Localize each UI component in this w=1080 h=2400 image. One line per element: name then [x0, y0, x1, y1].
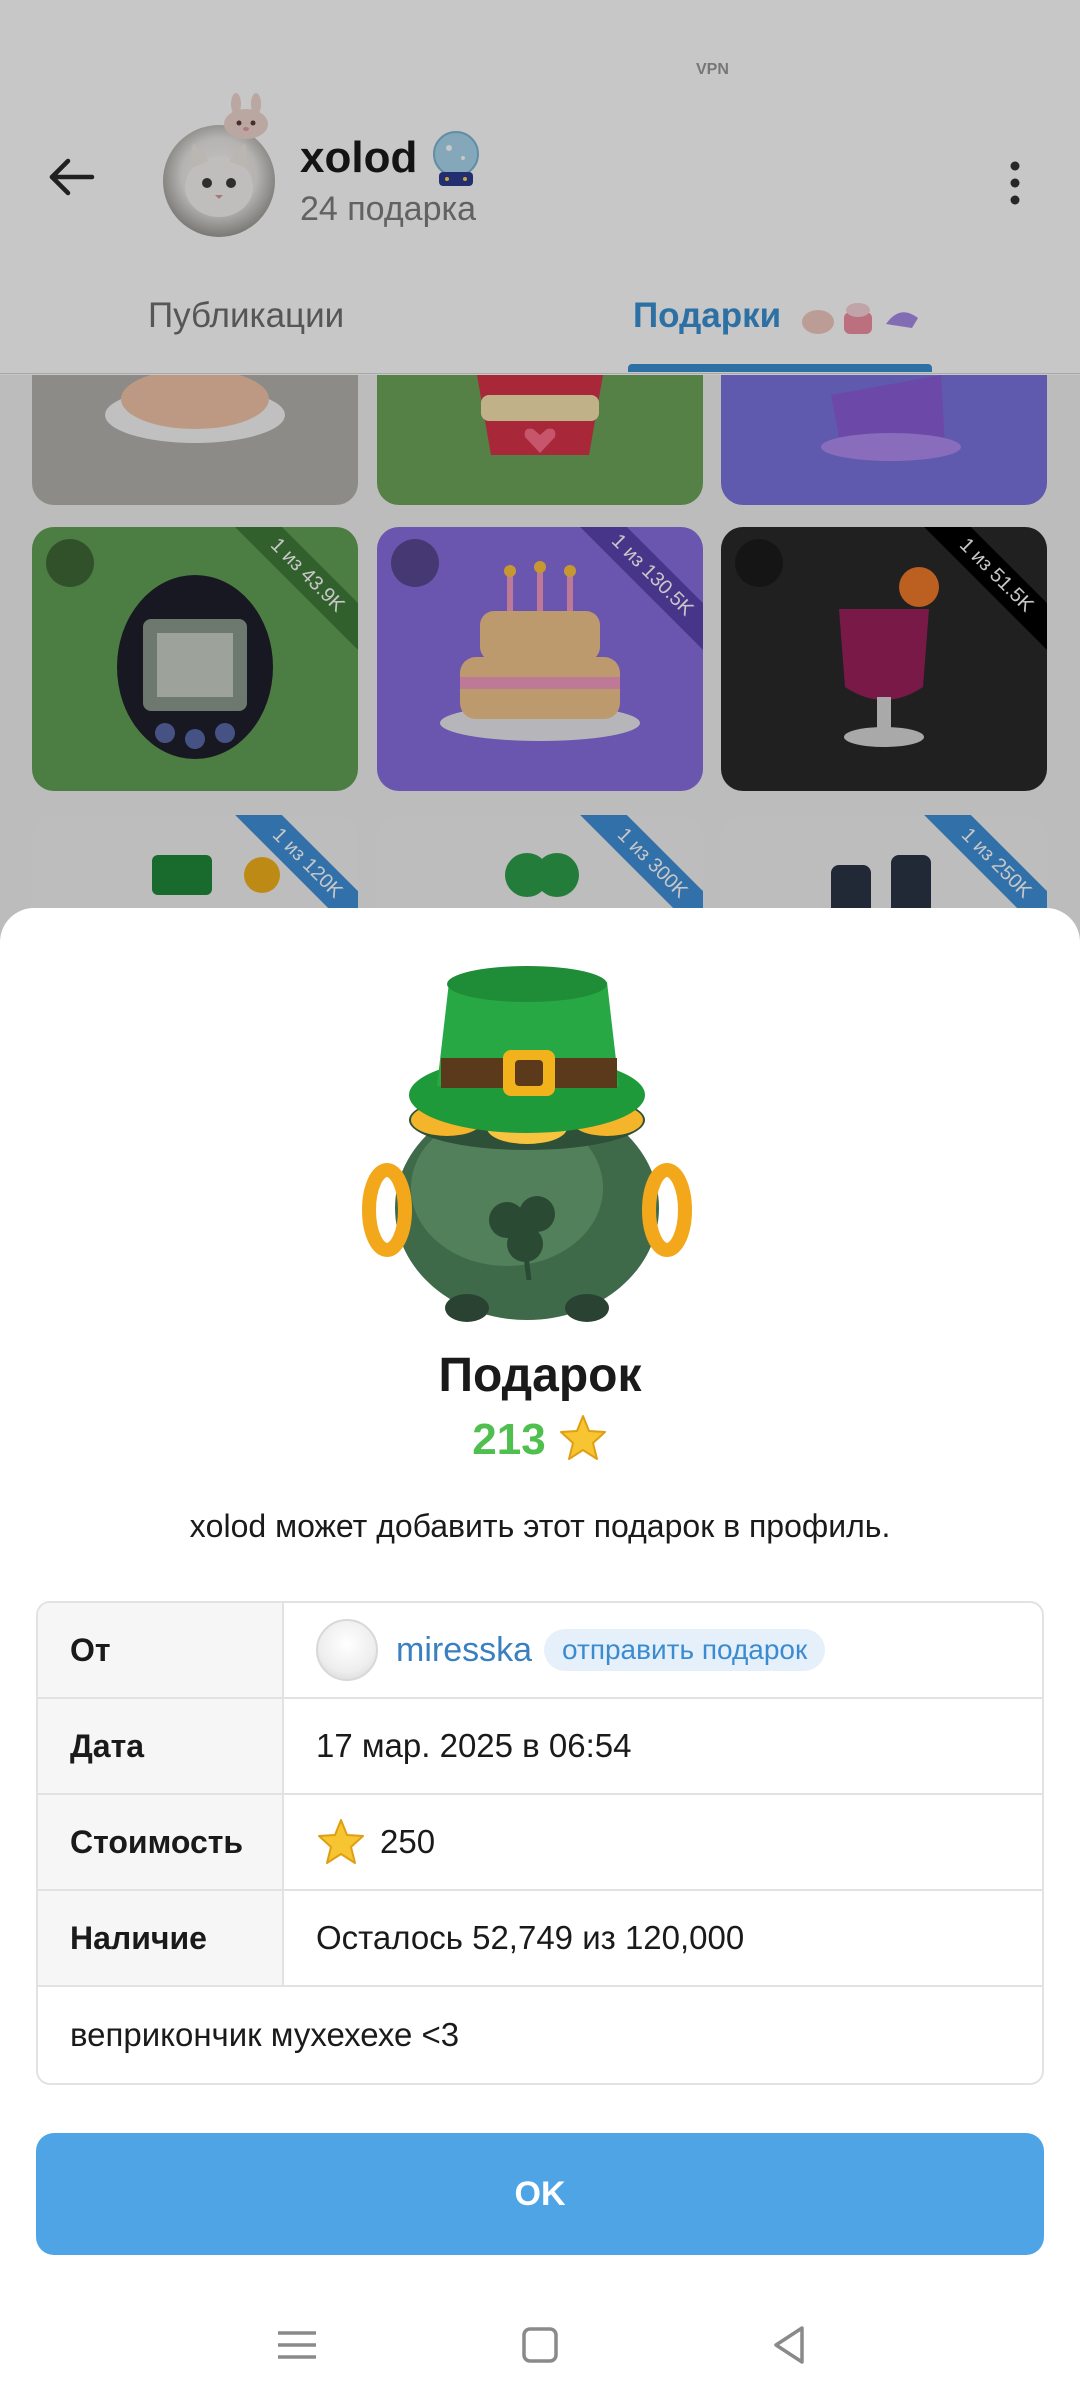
gift-title: Подарок — [438, 1349, 642, 1402]
system-navbar — [0, 2300, 1080, 2400]
date-value: 17 мар. 2025 в 06:54 — [316, 1727, 632, 1764]
gift-details-sheet: Подарок 213 xolod может добавить этот по… — [0, 908, 1080, 2400]
gift-description: xolod может добавить этот подарок в проф… — [189, 1508, 891, 1544]
availability-label: Наличие — [38, 1891, 284, 1985]
gift-info-table: От miresska отправить подарок Дата 17 ма… — [36, 1601, 1044, 2085]
menu-icon[interactable] — [272, 2320, 322, 2370]
row-date: Дата 17 мар. 2025 в 06:54 — [38, 1699, 1042, 1795]
ok-button[interactable]: OK — [36, 2133, 1044, 2255]
sender-avatar[interactable] — [316, 1619, 378, 1681]
gift-price: 213 — [0, 1414, 1080, 1465]
gift-note: веприкончик мухехехе <3 — [70, 2016, 460, 2053]
cost-label: Стоимость — [38, 1795, 284, 1889]
from-value: miresska отправить подарок — [284, 1603, 1042, 1697]
availability-value: Осталось 52,749 из 120,000 — [316, 1919, 745, 1956]
from-label: От — [38, 1603, 284, 1697]
back-triangle-icon[interactable] — [764, 2320, 814, 2370]
star-icon — [559, 1415, 606, 1460]
date-label: Дата — [38, 1699, 284, 1793]
send-gift-button[interactable]: отправить подарок — [544, 1629, 826, 1671]
row-from: От miresska отправить подарок — [38, 1603, 1042, 1699]
home-icon[interactable] — [515, 2320, 565, 2370]
row-cost: Стоимость 250 — [38, 1795, 1042, 1891]
row-note: веприкончик мухехехе <3 — [38, 1987, 1042, 2083]
cost-value-cell: 250 — [284, 1795, 1042, 1889]
cost-value: 250 — [380, 1823, 436, 1860]
gift-price-value: 213 — [472, 1415, 546, 1464]
row-availability: Наличие Осталось 52,749 из 120,000 — [38, 1891, 1042, 1987]
pot-of-gold-sticker — [362, 966, 692, 1322]
star-icon — [318, 1819, 364, 1864]
sender-name-link[interactable]: miresska — [396, 1631, 532, 1670]
